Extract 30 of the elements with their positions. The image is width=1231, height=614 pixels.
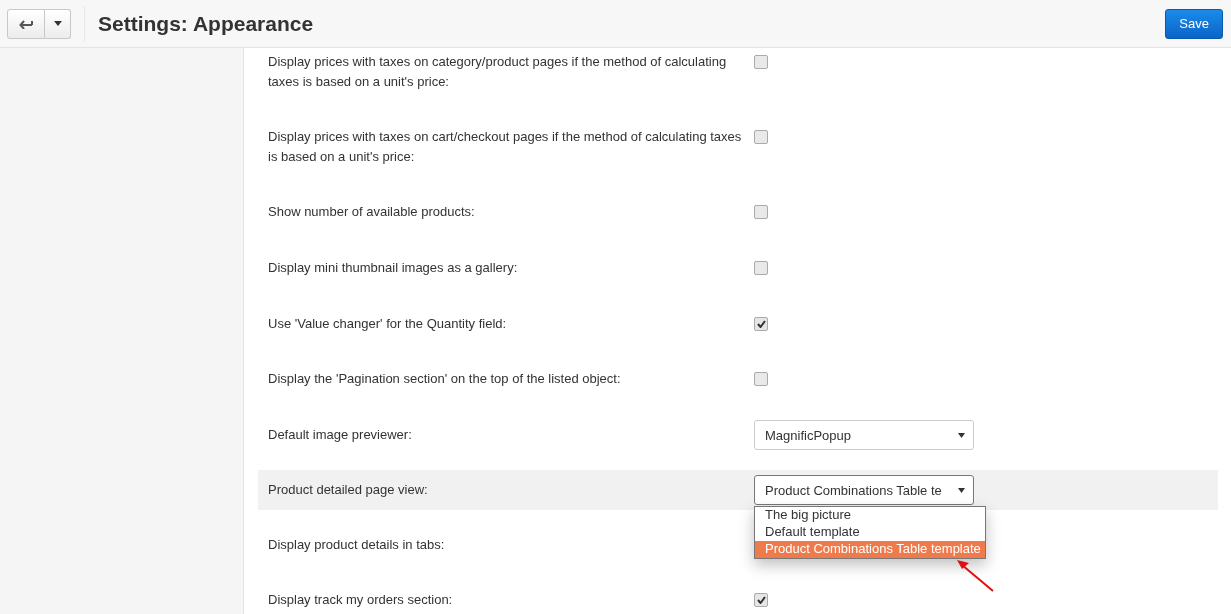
checkbox[interactable] bbox=[754, 372, 768, 386]
save-button[interactable]: Save bbox=[1165, 8, 1223, 39]
setting-label: Default image previewer: bbox=[268, 426, 413, 444]
checkbox[interactable] bbox=[754, 205, 768, 219]
setting-label: Display prices with taxes on cart/checkout pages if the method of calculating taxes is based on a unit's price: bbox=[268, 128, 743, 166]
checkbox[interactable] bbox=[754, 317, 768, 331]
caret-icon bbox=[958, 488, 965, 493]
setting-label: Display product details in tabs: bbox=[268, 536, 446, 554]
caret-icon bbox=[53, 21, 62, 26]
setting-label: Display prices with taxes on category/product pages if the method of calculating taxes is based on a unit's price: bbox=[268, 53, 728, 91]
checkbox[interactable] bbox=[754, 593, 768, 607]
setting-label: Display track my orders section: bbox=[268, 591, 454, 609]
select-field[interactable]: Product Combinations Table te bbox=[754, 475, 974, 505]
page-title: Settings: Appearance bbox=[98, 11, 315, 36]
back-arrow-icon bbox=[19, 18, 33, 29]
setting-label: Display the 'Pagination section' on the top of the listed object: bbox=[268, 370, 622, 388]
back-button[interactable] bbox=[7, 8, 45, 39]
dropdown-option[interactable]: Default template bbox=[755, 524, 985, 541]
setting-label: Show number of available products: bbox=[268, 203, 476, 221]
pointer-arrow bbox=[957, 560, 994, 592]
caret-icon bbox=[958, 433, 965, 438]
checkbox[interactable] bbox=[754, 55, 768, 69]
dropdown-option[interactable]: The big picture bbox=[755, 507, 985, 524]
checkbox[interactable] bbox=[754, 261, 768, 275]
setting-label: Display mini thumbnail images as a gallery: bbox=[268, 259, 519, 277]
setting-label: Product detailed page view: bbox=[268, 481, 429, 499]
select-field[interactable]: MagnificPopup bbox=[754, 420, 974, 450]
setting-label: Use 'Value changer' for the Quantity field: bbox=[268, 315, 508, 333]
checkbox[interactable] bbox=[754, 130, 768, 144]
dropdown-button[interactable] bbox=[45, 8, 71, 39]
